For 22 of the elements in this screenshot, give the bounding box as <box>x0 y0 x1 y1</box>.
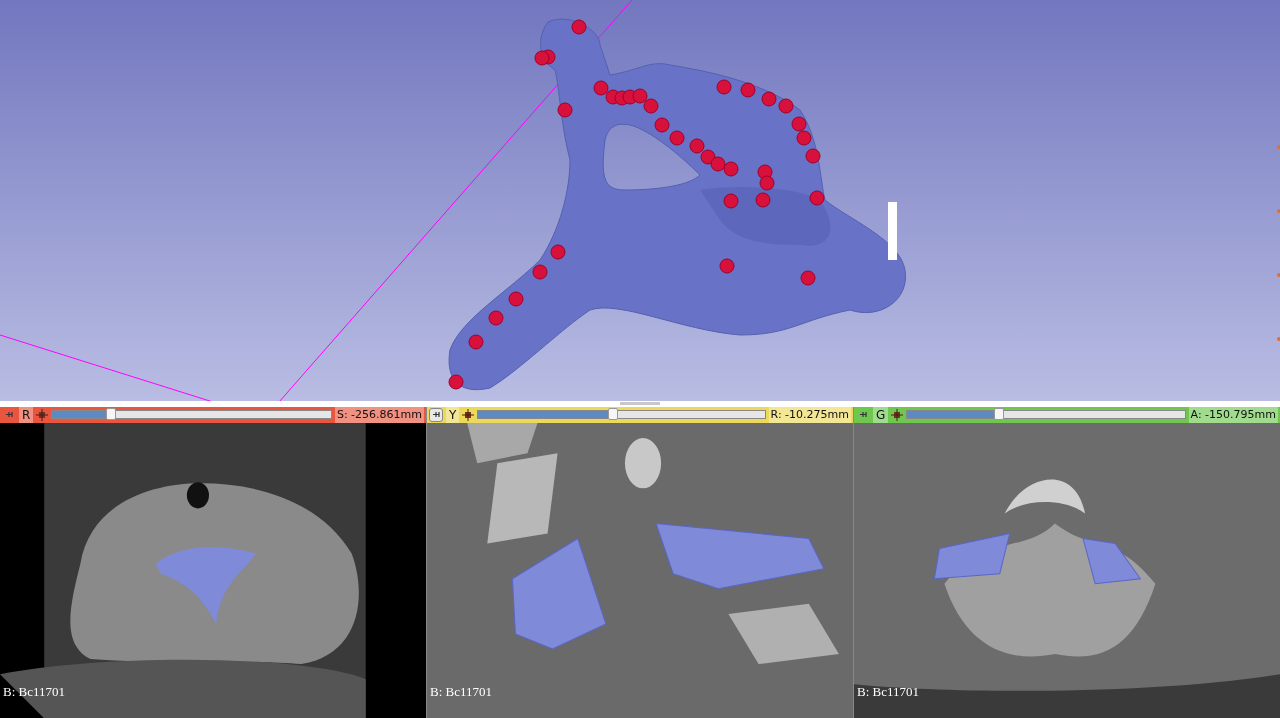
slice-slider[interactable] <box>477 410 766 420</box>
vertebra-model-drawing[interactable] <box>448 18 907 391</box>
slice-slider[interactable] <box>51 410 332 420</box>
slider-thumb[interactable] <box>607 408 618 421</box>
3d-view[interactable] <box>0 0 1280 401</box>
slider-thumb[interactable] <box>993 408 1004 421</box>
slider-thumb[interactable] <box>105 408 116 421</box>
pin-icon <box>858 410 868 420</box>
slice-viewport[interactable]: B: Bc11701 <box>0 422 426 718</box>
slice-viewport[interactable]: B: Bc11701 <box>854 422 1280 718</box>
splitter-handle[interactable] <box>620 402 660 406</box>
background-volume-label: B: Bc11701 <box>857 684 919 700</box>
pin-icon <box>4 410 14 420</box>
slice-slider[interactable] <box>906 410 1186 420</box>
slice-viewport[interactable]: B: Bc11701 <box>427 422 853 718</box>
background-volume-label: B: Bc11701 <box>3 684 65 700</box>
link-icon[interactable] <box>891 408 904 421</box>
pin-icon <box>431 410 441 420</box>
background-volume-label: B: Bc11701 <box>430 684 492 700</box>
pin-button[interactable] <box>429 407 443 422</box>
ruler-mark <box>888 202 897 260</box>
link-icon[interactable] <box>462 408 475 421</box>
